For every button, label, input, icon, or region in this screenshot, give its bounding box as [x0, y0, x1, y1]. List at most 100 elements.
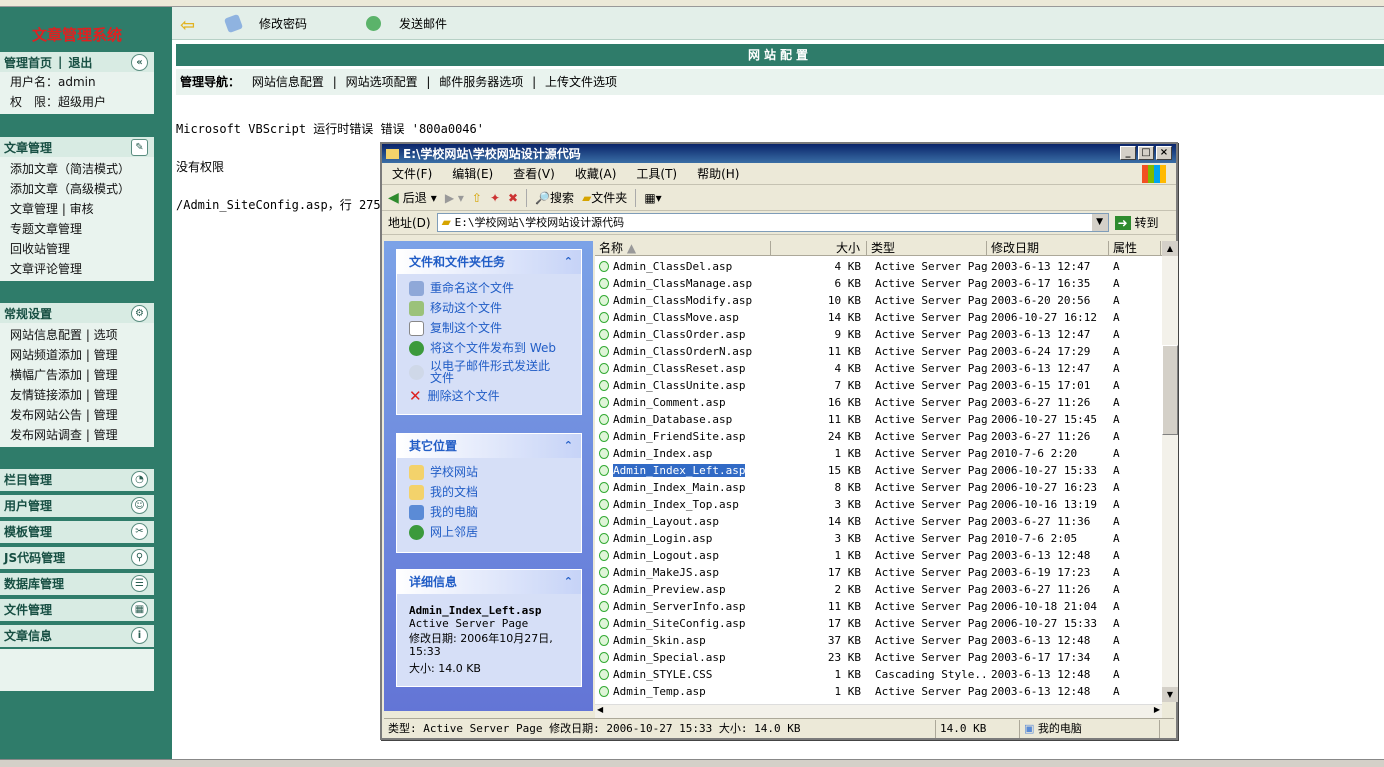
column-type[interactable]: 类型 [867, 241, 987, 255]
task-rename[interactable]: 重命名这个文件 [397, 278, 581, 298]
file-row[interactable]: Admin_Logout.asp 1 KB Active Server Page 20… [595, 547, 1162, 564]
file-row[interactable]: Admin_ClassOrder.asp 9 KB Active Server Pa… [595, 326, 1162, 343]
file-row[interactable]: Admin_Temp.asp 1 KB Active Server Page 2003… [595, 683, 1162, 700]
bar-file-manage[interactable]: 文件管理 ▦ [0, 599, 154, 621]
collapse-chevron-icon[interactable]: ⌃ [564, 434, 573, 458]
file-row[interactable]: Admin_ClassReset.asp 4 KB Active Server Pa… [595, 360, 1162, 377]
menu-channels[interactable]: 网站频道添加 | 管理 [0, 345, 154, 365]
details-header[interactable]: 详细信息 ⌃ [397, 570, 581, 594]
file-row[interactable]: Admin_ClassModify.asp 10 KB Active Server … [595, 292, 1162, 309]
file-row[interactable]: Admin_MakeJS.asp 17 KB Active Server Page 2… [595, 564, 1162, 581]
folders-button[interactable]: ▰文件夹 [582, 189, 627, 206]
file-row[interactable]: Admin_ClassUnite.asp 7 KB Active Server Pa… [595, 377, 1162, 394]
menu-announcements[interactable]: 发布网站公告 | 管理 [0, 405, 154, 425]
collapse-icon[interactable]: « [131, 54, 148, 71]
collapse-chevron-icon[interactable]: ⌃ [564, 250, 573, 274]
file-row[interactable]: Admin_Preview.asp 2 KB Active Server Page 2… [595, 581, 1162, 598]
change-password-button[interactable]: 修改密码 [223, 13, 307, 34]
file-row[interactable]: Admin_Login.asp 3 KB Active Server Page 201… [595, 530, 1162, 547]
logout-link[interactable]: 退出 [68, 54, 92, 71]
search-button[interactable]: 🔎搜索 [535, 189, 574, 206]
forward-button[interactable]: ▶ ▾ [445, 191, 464, 205]
menu-article-manage[interactable]: 文章管理 | 审核 [0, 199, 154, 219]
bar-article-info[interactable]: 文章信息 i [0, 625, 154, 647]
horizontal-scrollbar[interactable]: ◀ ▶ [595, 704, 1162, 718]
nav-upload-options[interactable]: 上传文件选项 [545, 75, 617, 89]
scroll-thumb[interactable] [1162, 345, 1178, 435]
menu-special-articles[interactable]: 专题文章管理 [0, 219, 154, 239]
bar-template-manage[interactable]: 模板管理 ✂ [0, 521, 154, 543]
file-row[interactable]: Admin_ClassDel.asp 4 KB Active Server Page… [595, 258, 1162, 275]
nav-site-options[interactable]: 网站选项配置 [346, 75, 418, 89]
task-delete[interactable]: ✕ 删除这个文件 [397, 386, 581, 406]
home-link[interactable]: 管理首页 [4, 54, 52, 71]
file-tasks-header[interactable]: 文件和文件夹任务 ⌃ [397, 250, 581, 274]
views-button[interactable]: ▦▾ [644, 191, 661, 205]
scroll-right-icon[interactable]: ▶ [1154, 705, 1160, 714]
menu-links[interactable]: 友情链接添加 | 管理 [0, 385, 154, 405]
menu-file[interactable]: 文件(F) [392, 165, 432, 182]
nav-site-info[interactable]: 网站信息配置 [252, 75, 324, 89]
move-to-icon[interactable]: ✦ [490, 191, 500, 205]
file-row[interactable]: Admin_Index_Left.asp 15 KB Active Server P… [595, 462, 1162, 479]
scroll-up-icon[interactable]: ▲ [1162, 241, 1178, 256]
file-row[interactable]: Admin_ClassManage.asp 6 KB Active Server P… [595, 275, 1162, 292]
file-row[interactable]: Admin_Index.asp 1 KB Active Server Page 201… [595, 445, 1162, 462]
file-row[interactable]: Admin_Database.asp 11 KB Active Server Pag… [595, 411, 1162, 428]
up-folder-icon[interactable]: ⇧ [472, 191, 482, 205]
bar-column-manage[interactable]: 栏目管理 ◔ [0, 469, 154, 491]
menu-view[interactable]: 查看(V) [513, 165, 555, 182]
menu-tools[interactable]: 工具(T) [636, 165, 677, 182]
bar-user-manage[interactable]: 用户管理 ☺ [0, 495, 154, 517]
menu-site-info[interactable]: 网站信息配置 | 选项 [0, 325, 154, 345]
address-dropdown-icon[interactable]: ▼ [1091, 214, 1108, 231]
menu-edit[interactable]: 编辑(E) [452, 165, 493, 182]
file-row[interactable]: Admin_Layout.asp 14 KB Active Server Page 2… [595, 513, 1162, 530]
bar-database-manage[interactable]: 数据库管理 ☰ [0, 573, 154, 595]
vertical-scrollbar[interactable]: ▲ ▼ [1162, 241, 1178, 702]
close-button[interactable]: × [1156, 146, 1172, 160]
send-mail-button[interactable]: 发送邮件 [366, 15, 447, 32]
bar-js-manage[interactable]: JS代码管理 ⚲ [0, 547, 154, 569]
file-row[interactable]: Admin_Index_Main.asp 8 KB Active Server Pa… [595, 479, 1162, 496]
nav-mail-server[interactable]: 邮件服务器选项 [439, 75, 523, 89]
menu-favorites[interactable]: 收藏(A) [575, 165, 617, 182]
menu-comments[interactable]: 文章评论管理 [0, 259, 154, 279]
file-row[interactable]: Admin_ClassMove.asp 14 KB Active Server Pa… [595, 309, 1162, 326]
menu-add-article-advanced[interactable]: 添加文章（高级模式） [0, 179, 154, 199]
collapse-chevron-icon[interactable]: ⌃ [564, 570, 573, 594]
file-row[interactable]: Admin_ServerInfo.asp 11 KB Active Server P… [595, 598, 1162, 615]
task-publish-web[interactable]: 将这个文件发布到 Web [397, 338, 581, 358]
window-titlebar[interactable]: E:\学校网站\学校网站设计源代码 _ □ × [382, 144, 1176, 163]
place-my-computer[interactable]: 我的电脑 [397, 502, 581, 522]
place-school-site[interactable]: 学校网站 [397, 462, 581, 482]
file-row[interactable]: Admin_Special.asp 23 KB Active Server Page… [595, 649, 1162, 666]
task-move[interactable]: 移动这个文件 [397, 298, 581, 318]
file-row[interactable]: Admin_SiteConfig.asp 17 KB Active Server P… [595, 615, 1162, 632]
scroll-left-icon[interactable]: ◀ [597, 705, 603, 714]
menu-banners[interactable]: 横幅广告添加 | 管理 [0, 365, 154, 385]
back-arrow-icon[interactable]: ⇦ [180, 15, 195, 36]
task-email[interactable]: 以电子邮件形式发送此文件 [397, 358, 581, 386]
scroll-down-icon[interactable]: ▼ [1162, 687, 1178, 702]
file-row[interactable]: Admin_STYLE.CSS 1 KB Cascading Style... 200… [595, 666, 1162, 683]
delete-icon[interactable]: ✖ [508, 191, 518, 205]
go-button[interactable]: ➜ 转到 [1114, 214, 1159, 231]
column-modified[interactable]: 修改日期 [987, 241, 1109, 255]
file-row[interactable]: Admin_ClassOrderN.asp 11 KB Active Server … [595, 343, 1162, 360]
column-attributes[interactable]: 属性 [1109, 241, 1161, 255]
file-row[interactable]: Admin_Skin.asp 37 KB Active Server Page 200… [595, 632, 1162, 649]
menu-surveys[interactable]: 发布网站调查 | 管理 [0, 425, 154, 445]
file-row[interactable]: Admin_Comment.asp 16 KB Active Server Page… [595, 394, 1162, 411]
other-places-header[interactable]: 其它位置 ⌃ [397, 434, 581, 458]
column-name[interactable]: 名称 ▲ [595, 241, 771, 255]
menu-add-article-simple[interactable]: 添加文章（简洁模式） [0, 159, 154, 179]
file-row[interactable]: Admin_FriendSite.asp 24 KB Active Server P… [595, 428, 1162, 445]
maximize-button[interactable]: □ [1138, 146, 1154, 160]
menu-recycle-bin[interactable]: 回收站管理 [0, 239, 154, 259]
file-row[interactable]: Admin_Index_Top.asp 3 KB Active Server Pag… [595, 496, 1162, 513]
place-my-documents[interactable]: 我的文档 [397, 482, 581, 502]
menu-help[interactable]: 帮助(H) [697, 165, 739, 182]
settings-panel-header[interactable]: 常规设置 ⚙ [0, 303, 154, 323]
place-network[interactable]: 网上邻居 [397, 522, 581, 542]
